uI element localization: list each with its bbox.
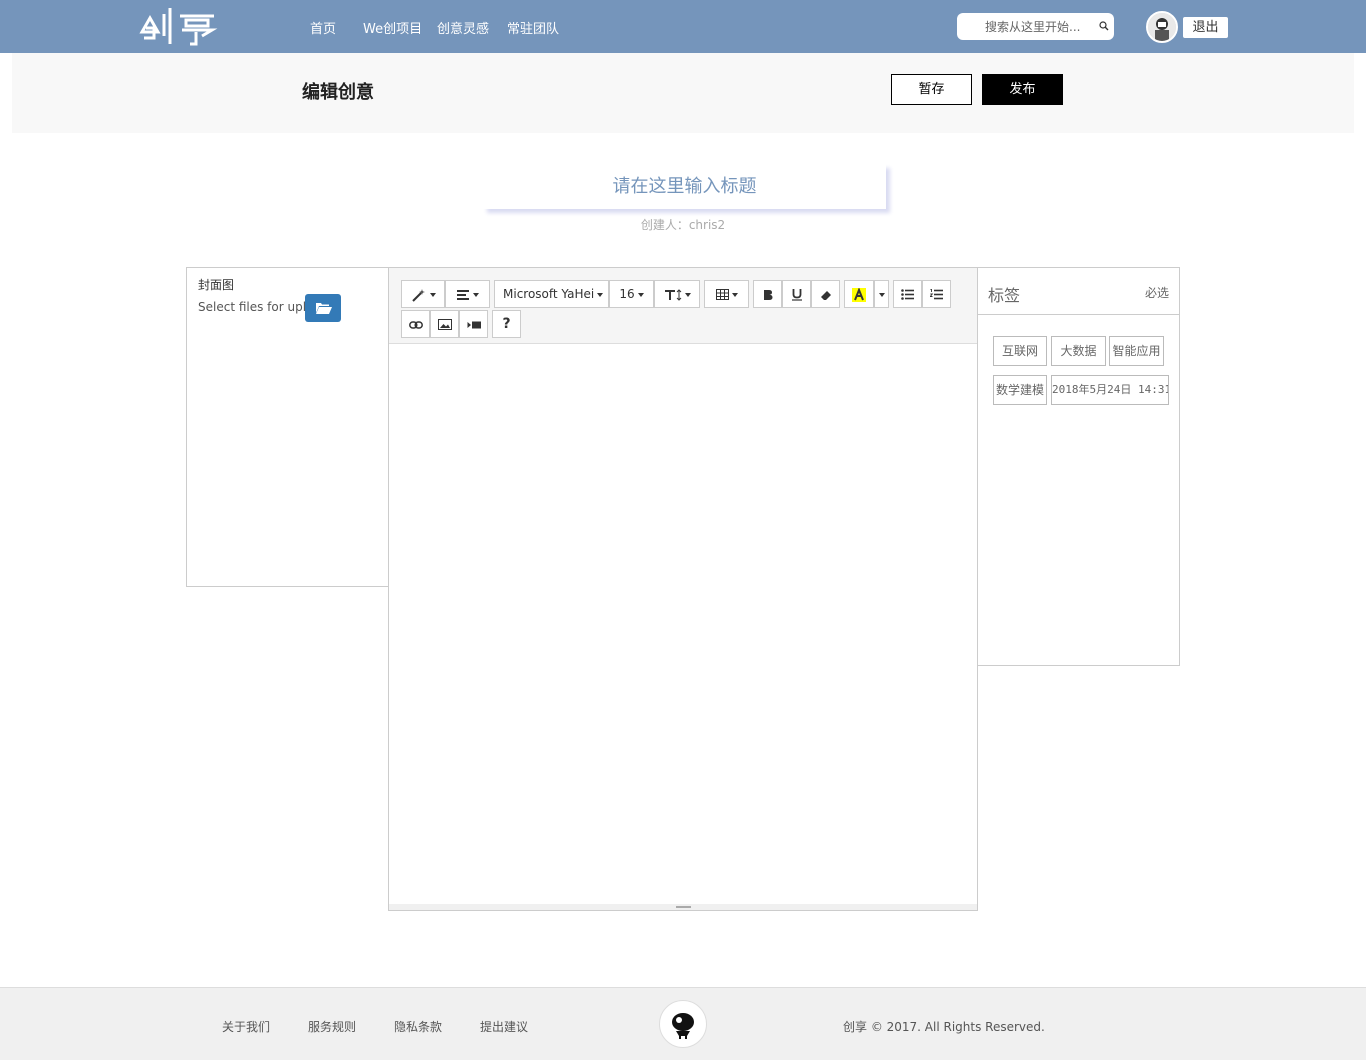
title-box [483,164,886,209]
copyright-text: 创享 © 2017. All Rights Reserved. [843,1020,1045,1034]
underline-button[interactable] [782,280,811,308]
folder-open-icon [316,303,332,314]
editor-content-area[interactable] [389,345,977,905]
logout-button[interactable]: 退出 [1183,17,1228,38]
align-left-icon [456,290,469,300]
footer-link-privacy[interactable]: 隐私条款 [394,1018,442,1035]
title-input[interactable] [483,164,886,209]
search-box [957,13,1114,40]
tags-title: 标签 [988,286,1021,305]
editor-toolbar: Microsoft YaHei 16 ? [389,268,977,344]
browse-button[interactable] [305,294,341,322]
help-button[interactable]: ? [492,310,521,338]
tags-required-label: 必选 [1144,286,1169,300]
nav-we-projects[interactable]: We创项目 [363,18,422,37]
list-ol-icon [929,289,943,300]
style-dropdown[interactable] [401,280,445,308]
tag-item[interactable]: 2018年5月24日 14:31 [1051,375,1169,405]
tag-item[interactable]: 数学建模 [993,375,1047,405]
font-family-value: Microsoft YaHei [503,287,595,301]
search-input[interactable] [957,13,1097,40]
font-size-value: 16 [619,287,635,301]
footer-link-rules[interactable]: 服务规则 [308,1018,356,1035]
ordered-list-button[interactable] [922,280,951,308]
video-button[interactable] [459,310,488,338]
eraser-button[interactable] [811,280,840,308]
underline-icon [791,289,802,301]
link-icon [408,320,423,329]
cover-label: 封面图 [198,278,235,292]
highlight-color-dropdown[interactable] [874,280,889,308]
creator-label: 创建人：chris2 [640,218,726,232]
paragraph-dropdown[interactable] [445,280,490,308]
font-family-dropdown[interactable]: Microsoft YaHei [494,280,609,308]
nav-home[interactable]: 首页 [310,18,336,37]
image-button[interactable] [430,310,459,338]
footer-logo [659,1000,707,1048]
text-height-icon [664,288,681,301]
line-height-dropdown[interactable] [654,280,700,308]
video-icon [467,321,481,328]
search-icon[interactable] [1099,21,1109,31]
nav-teams[interactable]: 常驻团队 [507,18,559,37]
nav-inspiration[interactable]: 创意灵感 [437,18,489,37]
publish-button[interactable]: 发布 [982,74,1063,105]
tag-item[interactable]: 互联网 [993,336,1047,366]
highlight-color-icon [852,286,866,302]
eraser-icon [820,290,831,300]
footer: 关于我们 服务规则 隐私条款 提出建议 创享 © 2017. All Right… [0,987,1366,1060]
highlight-button[interactable] [844,280,874,308]
footer-link-about[interactable]: 关于我们 [222,1018,270,1035]
tags-header: 标签 必选 [978,268,1179,315]
table-icon [715,289,729,300]
page-header: 编辑创意 暂存 发布 [12,53,1354,133]
save-draft-button[interactable]: 暂存 [891,74,972,105]
rich-text-editor: Microsoft YaHei 16 ? [388,267,978,911]
upload-file-field[interactable]: Select files for upload... [198,300,306,314]
cover-panel: 封面图 Select files for upload... [186,267,389,587]
table-dropdown[interactable] [704,280,749,308]
magic-wand-icon [411,288,425,302]
link-button[interactable] [401,310,430,338]
bold-button[interactable] [753,280,782,308]
footer-link-feedback[interactable]: 提出建议 [480,1018,528,1035]
tag-item[interactable]: 智能应用 [1109,336,1164,366]
tags-panel: 标签 必选 互联网 大数据 智能应用 数学建模 2018年5月24日 14:31 [977,267,1180,666]
brand-logo[interactable] [136,4,220,46]
list-ul-icon [901,289,914,300]
top-navbar: 首页 We创项目 创意灵感 常驻团队 退出 [0,0,1366,53]
image-icon [437,319,452,330]
unordered-list-button[interactable] [893,280,922,308]
editor-resize-handle[interactable] [389,904,977,910]
font-size-dropdown[interactable]: 16 [609,280,654,308]
tag-item[interactable]: 大数据 [1051,336,1106,366]
bold-icon [763,289,772,300]
page-title: 编辑创意 [302,82,374,103]
user-avatar[interactable] [1146,11,1178,43]
